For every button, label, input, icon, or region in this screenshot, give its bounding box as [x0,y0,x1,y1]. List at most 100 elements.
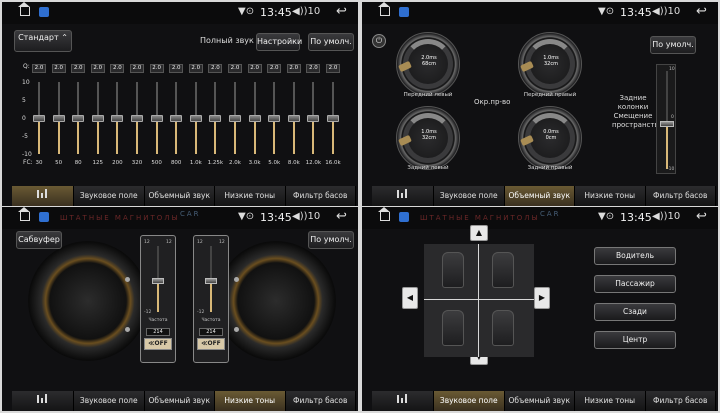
arrow-left-icon[interactable]: ◀ [402,287,418,309]
slider-knob[interactable] [327,115,339,122]
slider-knob[interactable] [209,115,222,122]
bass-slider-left[interactable]: 12 12 -12 Частота 214 ≪OFF [140,235,176,363]
q-value-box[interactable]: 2.0 [169,64,184,73]
tab-surround[interactable]: Объемный звук [504,186,575,206]
tab-bass-filter[interactable]: Фильтр басов [285,391,356,411]
eq-band-slider[interactable] [326,82,340,154]
slider-knob[interactable] [131,115,143,122]
q-value-box[interactable]: 2.0 [110,64,125,73]
slider-knob[interactable] [287,115,300,122]
eq-band-slider[interactable] [110,82,124,154]
tab-bass[interactable]: Низкие тоны [575,186,646,206]
tab-equalizer[interactable] [372,391,434,411]
tab-sound-field[interactable]: Звуковое поле [74,391,145,411]
eq-band-slider[interactable] [52,82,66,154]
q-value-box[interactable]: 2.0 [188,64,203,73]
tab-bass-filter[interactable]: Фильтр басов [285,186,356,206]
home-icon[interactable] [18,207,30,221]
rear-button[interactable]: Сзади [594,303,676,321]
back-icon[interactable]: ↩ [696,4,707,19]
slider-knob[interactable] [91,115,104,122]
q-value-box[interactable]: 2.0 [247,64,262,73]
slider-knob[interactable] [33,115,45,122]
q-value-box[interactable]: 2.0 [90,64,105,73]
gauge-front-left[interactable]: 2.0ms 68cm [396,32,460,96]
slider-knob[interactable] [72,115,85,122]
tab-surround[interactable]: Объемный звук [144,391,215,411]
passenger-button[interactable]: Пассажир [594,275,676,293]
eq-band-slider[interactable] [267,82,281,154]
slider-knob[interactable] [268,115,281,122]
slider-knob[interactable] [189,115,202,122]
slider-knob[interactable] [152,278,164,284]
tab-equalizer[interactable] [12,186,74,206]
tab-bass-filter[interactable]: Фильтр басов [645,186,716,206]
home-icon[interactable] [18,2,30,16]
home-icon[interactable] [378,207,390,221]
q-value-box[interactable]: 2.0 [130,64,144,73]
tab-bass[interactable]: Низкие тоны [215,186,286,206]
bass-slider-right[interactable]: 12 12 -12 Частота 214 ≪OFF [193,235,229,363]
center-button[interactable]: Центр [594,331,676,349]
home-icon[interactable] [378,2,390,16]
tab-sound-field[interactable]: Звуковое поле [434,186,505,206]
cabin-seat-map[interactable] [424,244,534,357]
tab-bass-filter[interactable]: Фильтр басов [645,391,716,411]
eq-band-slider[interactable] [71,82,85,154]
q-value-box[interactable]: 2.0 [228,64,242,73]
eq-band-slider[interactable] [32,82,46,154]
tab-surround[interactable]: Объемный звук [504,391,575,411]
q-value-box[interactable]: 2.0 [32,64,46,73]
arrow-up-icon[interactable]: ▲ [470,225,488,241]
tab-surround[interactable]: Объемный звук [144,186,215,206]
arrow-right-icon[interactable]: ▶ [534,287,550,309]
tab-sound-field[interactable]: Звуковое поле [434,391,505,411]
off-button[interactable]: ≪OFF [144,338,172,350]
eq-band-slider[interactable] [130,82,144,154]
slider-knob[interactable] [229,115,241,122]
q-value-box[interactable]: 2.0 [71,64,86,73]
tab-sound-field[interactable]: Звуковое поле [74,186,145,206]
q-value-box[interactable]: 2.0 [51,64,66,73]
gauge-front-right[interactable]: 1.0ms 32cm [518,32,582,96]
settings-button[interactable]: Настройки [256,33,302,51]
slider-knob[interactable] [52,115,65,122]
default-button[interactable]: По умолч. [308,33,354,51]
back-icon[interactable]: ↩ [336,4,347,19]
slider-knob[interactable] [660,121,674,127]
slider-knob[interactable] [248,115,261,122]
tab-equalizer[interactable] [12,391,74,411]
tab-bass[interactable]: Низкие тоны [575,391,646,411]
slider-knob[interactable] [205,278,217,284]
q-value-box[interactable]: 2.0 [149,64,164,73]
back-icon[interactable]: ↩ [696,209,707,224]
q-value-box[interactable]: 2.0 [267,64,282,73]
tab-bass[interactable]: Низкие тоны [215,391,286,411]
preset-dropdown[interactable]: Стандарт ⌃ [14,30,72,52]
off-button[interactable]: ≪OFF [197,338,225,350]
eq-band-slider[interactable] [248,82,262,154]
power-icon[interactable]: ⏻ [372,34,386,48]
slider-knob[interactable] [307,115,320,122]
eq-band-slider[interactable] [150,82,164,154]
tab-equalizer[interactable] [372,186,434,206]
q-value-box[interactable]: 2.0 [326,64,340,73]
default-button[interactable]: По умолч. [308,231,354,249]
slider-knob[interactable] [111,115,124,122]
slider-knob[interactable] [150,115,163,122]
eq-band-slider[interactable] [208,82,222,154]
default-button[interactable]: По умолч. [650,36,696,54]
driver-button[interactable]: Водитель [594,247,676,265]
gauge-rear-right[interactable]: 0.0ms 0cm [518,106,582,170]
eq-band-slider[interactable] [189,82,203,154]
slider-knob[interactable] [170,115,183,122]
eq-band-slider[interactable] [169,82,183,154]
subwoofer-button[interactable]: Сабвуфер [16,231,62,249]
eq-band-slider[interactable] [306,82,320,154]
eq-band-slider[interactable] [91,82,105,154]
eq-band-slider[interactable] [287,82,301,154]
rear-balance-slider[interactable]: 10 0 -10 [656,64,676,174]
eq-band-slider[interactable] [228,82,242,154]
q-value-box[interactable]: 2.0 [306,64,321,73]
q-value-box[interactable]: 2.0 [208,64,223,73]
